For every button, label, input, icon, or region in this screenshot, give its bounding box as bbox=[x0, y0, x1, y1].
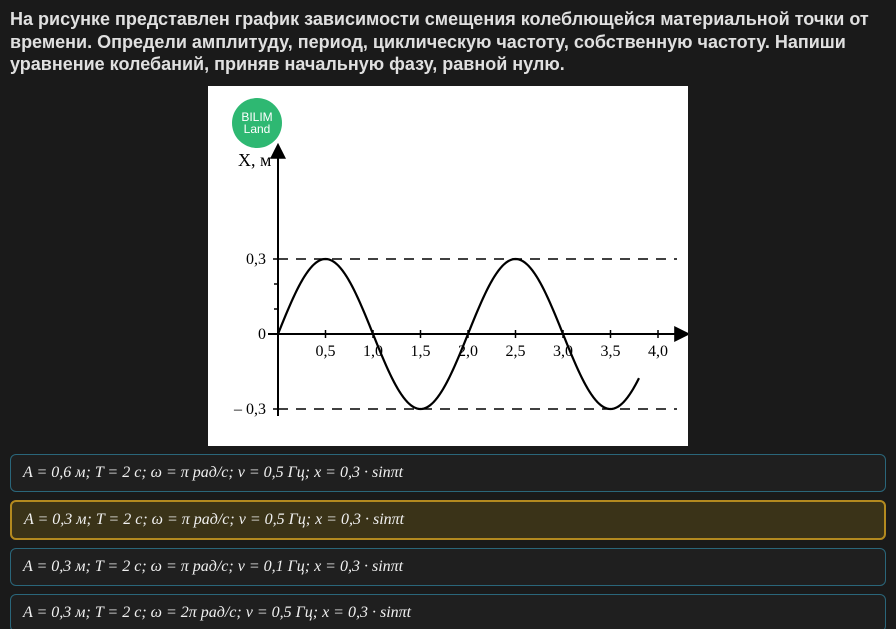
svg-text:2,5: 2,5 bbox=[506, 343, 526, 360]
answer-option-3[interactable]: A = 0,3 м; T = 2 с; ω = 2π рад/с; ν = 0,… bbox=[10, 594, 886, 629]
answer-option-1[interactable]: A = 0,3 м; T = 2 с; ω = π рад/с; ν = 0,5… bbox=[10, 500, 886, 540]
answer-option-2[interactable]: A = 0,3 м; T = 2 с; ω = π рад/с; ν = 0,1… bbox=[10, 548, 886, 586]
question-prompt: На рисунке представлен график зависимост… bbox=[10, 8, 886, 76]
svg-text:Х, м: Х, м bbox=[238, 150, 271, 170]
svg-text:0,5: 0,5 bbox=[316, 343, 336, 360]
svg-text:0: 0 bbox=[258, 326, 266, 343]
svg-text:1,5: 1,5 bbox=[411, 343, 431, 360]
svg-text:4,0: 4,0 bbox=[648, 343, 668, 360]
svg-text:3,5: 3,5 bbox=[601, 343, 621, 360]
sine-chart: Х, мt, с– 0,300,30,51,01,52,02,53,03,54,… bbox=[208, 86, 688, 446]
bilim-line2: Land bbox=[244, 123, 271, 135]
bilim-logo: BILIM Land bbox=[232, 98, 282, 148]
bilim-line1: BILIM bbox=[241, 111, 272, 123]
svg-text:– 0,3: – 0,3 bbox=[233, 401, 266, 418]
answer-option-0[interactable]: A = 0,6 м; T = 2 с; ω = π рад/с; ν = 0,5… bbox=[10, 454, 886, 492]
chart-figure: BILIM Land Х, мt, с– 0,300,30,51,01,52,0… bbox=[208, 86, 688, 446]
answer-options: A = 0,6 м; T = 2 с; ω = π рад/с; ν = 0,5… bbox=[10, 454, 886, 629]
svg-text:0,3: 0,3 bbox=[246, 251, 266, 268]
